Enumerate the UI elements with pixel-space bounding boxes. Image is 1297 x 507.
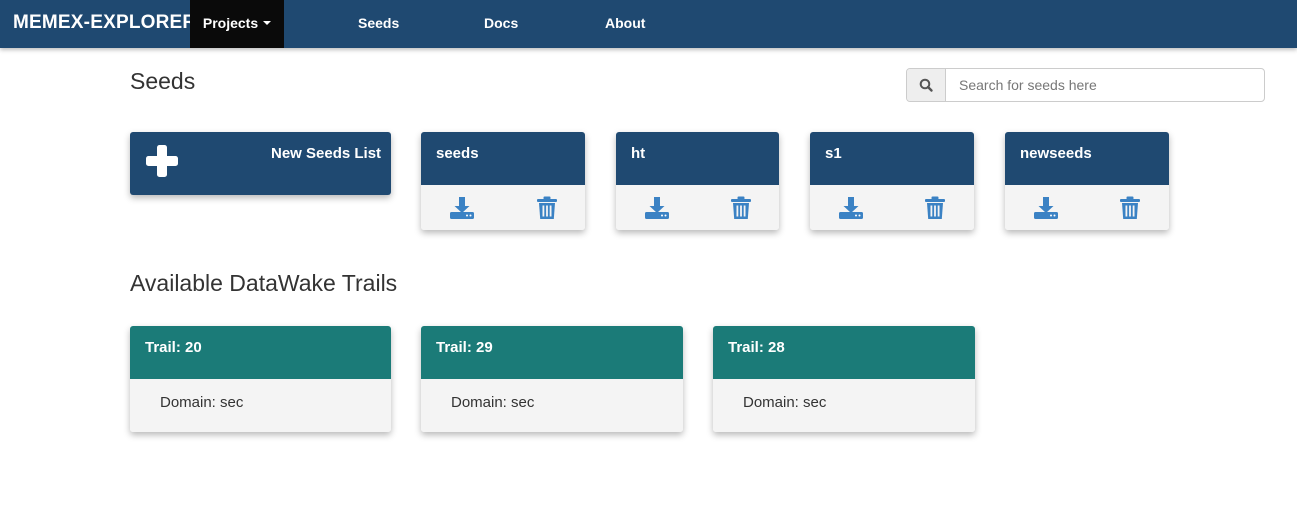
seed-list-card: newseeds — [1005, 132, 1169, 230]
trail-card[interactable]: Trail: 28 Domain: sec — [713, 326, 975, 432]
caret-down-icon — [263, 21, 272, 26]
trash-icon[interactable] — [922, 195, 948, 221]
search-input[interactable] — [947, 69, 1264, 101]
seed-list-card: s1 — [810, 132, 974, 230]
trash-icon[interactable] — [1117, 195, 1143, 221]
seed-list-header[interactable]: newseeds — [1005, 132, 1169, 185]
trail-header: Trail: 20 — [130, 326, 391, 379]
trail-label: Trail: 28 — [728, 339, 785, 356]
download-icon[interactable] — [1033, 195, 1059, 221]
trail-card[interactable]: Trail: 29 Domain: sec — [421, 326, 683, 432]
trail-domain: Domain: sec — [743, 394, 827, 411]
projects-label: Projects — [202, 15, 259, 31]
seed-list-card: seeds — [421, 132, 585, 230]
new-seeds-list-label: New Seeds List — [271, 145, 382, 162]
new-seeds-list-button[interactable]: New Seeds List — [130, 132, 391, 195]
trail-domain: Domain: sec — [160, 394, 244, 411]
search-icon — [919, 78, 933, 92]
nav-link-seeds[interactable]: Seeds — [358, 0, 399, 48]
trail-domain: Domain: sec — [451, 394, 535, 411]
seed-search — [906, 68, 1265, 102]
trail-label: Trail: 20 — [145, 339, 202, 356]
nav-link-docs[interactable]: Docs — [484, 0, 518, 48]
download-icon[interactable] — [449, 195, 475, 221]
seeds-heading: Seeds — [130, 68, 196, 94]
trash-icon[interactable] — [534, 195, 560, 221]
seed-list-name: newseeds — [1020, 145, 1092, 162]
trash-icon[interactable] — [728, 195, 754, 221]
seed-list-header[interactable]: ht — [616, 132, 779, 185]
nav-link-about[interactable]: About — [605, 0, 645, 48]
top-navbar: MEMEX-EXPLORER Projects Seeds Docs About — [0, 0, 1297, 48]
plus-icon — [146, 145, 178, 177]
download-icon[interactable] — [644, 195, 670, 221]
seed-list-header[interactable]: seeds — [421, 132, 585, 185]
download-icon[interactable] — [838, 195, 864, 221]
seed-list-header[interactable]: s1 — [810, 132, 974, 185]
search-button[interactable] — [907, 69, 946, 101]
trail-header: Trail: 29 — [421, 326, 683, 379]
seed-list-name: ht — [631, 145, 646, 162]
seed-list-card: ht — [616, 132, 779, 230]
trail-card[interactable]: Trail: 20 Domain: sec — [130, 326, 391, 432]
projects-dropdown[interactable]: Projects — [190, 0, 284, 48]
seed-list-name: s1 — [825, 145, 842, 162]
trails-heading: Available DataWake Trails — [130, 270, 398, 296]
brand-logo[interactable]: MEMEX-EXPLORER — [13, 0, 196, 48]
seed-list-name: seeds — [436, 145, 479, 162]
trail-label: Trail: 29 — [436, 339, 493, 356]
trail-header: Trail: 28 — [713, 326, 975, 379]
